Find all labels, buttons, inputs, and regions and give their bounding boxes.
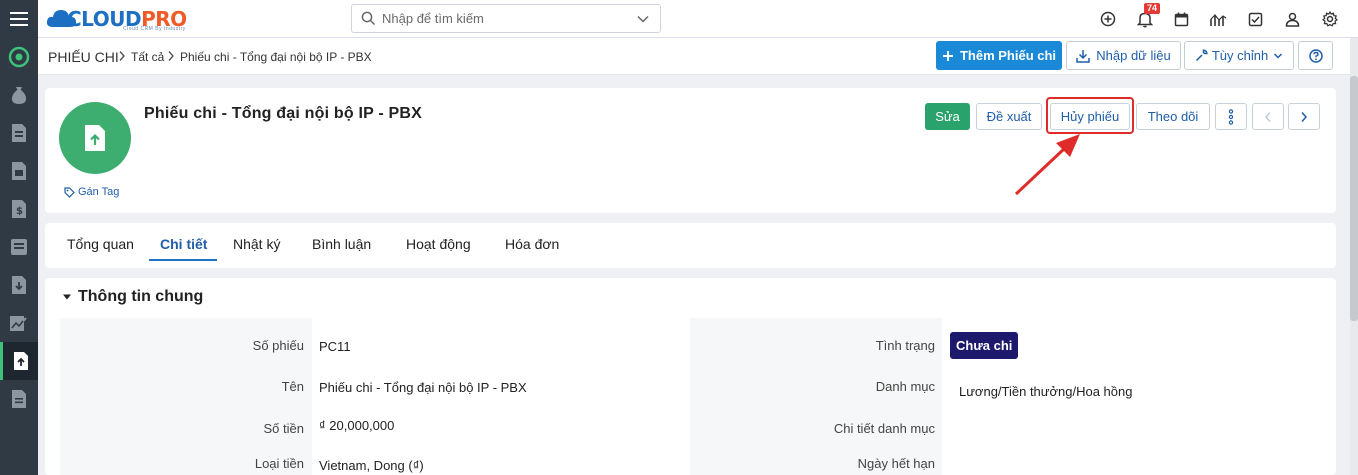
upload-doc-icon[interactable] xyxy=(0,342,38,380)
tab-details[interactable]: Chi tiết xyxy=(160,236,207,252)
home-icon[interactable] xyxy=(0,38,38,76)
help-button[interactable] xyxy=(1298,41,1333,70)
field-label-amount: Số tiền xyxy=(263,421,304,436)
add-expense-label: Thêm Phiếu chi xyxy=(959,48,1057,63)
field-label-currency: Loại tiền xyxy=(254,456,304,471)
bell-icon[interactable]: 74 xyxy=(1126,0,1163,38)
checkbox-icon[interactable] xyxy=(1237,0,1274,38)
follow-button[interactable]: Theo dõi xyxy=(1136,103,1210,130)
gear-icon[interactable] xyxy=(1311,0,1348,38)
tab-comments[interactable]: Bình luận xyxy=(312,236,371,252)
upload-doc-icon xyxy=(85,125,105,151)
breadcrumb-current: Phiếu chi - Tổng đại nội bộ IP - PBX xyxy=(180,50,372,64)
edit-button[interactable]: Sửa xyxy=(925,103,970,130)
section-header-general[interactable]: Thông tin chung xyxy=(62,288,203,306)
add-expense-button[interactable]: Thêm Phiếu chi xyxy=(936,41,1062,70)
field-label-category-detail: Chi tiết danh mục xyxy=(833,421,935,436)
caret-down-icon xyxy=(63,294,71,300)
next-record-button[interactable] xyxy=(1288,103,1320,130)
user-icon[interactable] xyxy=(1274,0,1311,38)
top-bar: CLOUDPRO Cloud CRM By Industry 74 xyxy=(0,0,1358,38)
breadcrumb-bar: PHIẾU CHI Tất cả Phiếu chi - Tổng đại nộ… xyxy=(38,38,1358,75)
tab-overview[interactable]: Tổng quan xyxy=(67,236,134,252)
app-logo[interactable]: CLOUDPRO Cloud CRM By Industry xyxy=(45,5,187,33)
logo-tagline: Cloud CRM By Industry xyxy=(123,26,186,32)
breadcrumb-all[interactable]: Tất cả xyxy=(131,50,164,64)
download-doc-icon[interactable] xyxy=(0,266,38,304)
field-label-name: Tên xyxy=(281,379,304,394)
chevron-right-icon xyxy=(1301,111,1308,122)
chevron-down-icon xyxy=(1274,52,1283,59)
plus-icon xyxy=(942,50,953,61)
tab-invoice[interactable]: Hóa đơn xyxy=(505,236,559,252)
assign-tag-label: Gán Tag xyxy=(78,186,120,198)
search-input[interactable] xyxy=(382,5,622,32)
field-value-category: Lương/Tiền thưởng/Hoa hồng xyxy=(959,384,1133,399)
chart-doc-icon[interactable] xyxy=(0,304,38,342)
vertical-dots-icon xyxy=(1228,108,1234,125)
customize-button[interactable]: Tùy chỉnh xyxy=(1184,41,1294,70)
tab-log[interactable]: Nhật ký xyxy=(233,236,280,252)
svg-text:$: $ xyxy=(16,206,23,217)
assign-tag-link[interactable]: Gán Tag xyxy=(64,186,119,198)
chevron-down-icon[interactable] xyxy=(636,12,650,26)
customize-label: Tùy chỉnh xyxy=(1211,48,1269,63)
more-options-button[interactable] xyxy=(1215,103,1247,130)
document-icon[interactable] xyxy=(0,114,38,152)
notification-badge: 74 xyxy=(1144,3,1161,14)
propose-button[interactable]: Đề xuất xyxy=(976,103,1042,130)
field-value-voucher-no: PC11 xyxy=(319,339,351,354)
breadcrumb-root[interactable]: PHIẾU CHI xyxy=(48,49,119,65)
record-title: Phiếu chi - Tổng đại nội bộ IP - PBX xyxy=(144,105,423,122)
wrench-icon xyxy=(1195,49,1208,62)
calendar-icon[interactable] xyxy=(1163,0,1200,38)
field-label-status: Tình trạng xyxy=(875,338,935,353)
download-icon xyxy=(1076,49,1090,63)
tab-activity[interactable]: Hoạt động xyxy=(406,236,471,252)
top-icon-bar: 74 xyxy=(1089,0,1348,38)
cloud-logo-icon xyxy=(46,10,76,27)
invoice-icon[interactable]: $ xyxy=(0,190,38,228)
file-icon[interactable] xyxy=(0,380,38,418)
help-icon xyxy=(1308,48,1323,63)
chevron-right-icon xyxy=(119,51,125,61)
import-data-label: Nhập dữ liệu xyxy=(1096,48,1171,63)
book-icon[interactable] xyxy=(0,228,38,266)
chart-icon[interactable] xyxy=(1200,0,1237,38)
field-label-category: Danh mục xyxy=(875,379,935,394)
money-bag-icon[interactable] xyxy=(0,76,38,114)
field-value-name: Phiếu chi - Tổng đại nội bộ IP - PBX xyxy=(319,380,527,395)
tag-icon xyxy=(64,186,75,198)
field-label-voucher-no: Số phiếu xyxy=(252,338,304,353)
section-title: Thông tin chung xyxy=(78,288,204,305)
menu-toggle-button[interactable] xyxy=(0,0,38,38)
status-badge: Chưa chi xyxy=(950,332,1019,359)
field-value-amount: ₫ 20,000,000 xyxy=(319,418,395,433)
search-icon xyxy=(361,11,376,26)
page-scrollbar-thumb[interactable] xyxy=(1350,76,1358,321)
chevron-right-icon xyxy=(168,51,174,61)
left-sidebar: $ xyxy=(0,38,38,475)
arrow-annotation-icon xyxy=(1014,134,1080,196)
field-value-currency: Vietnam, Dong (₫) xyxy=(319,458,424,473)
field-label-due-date: Ngày hết hạn xyxy=(857,456,935,471)
hamburger-icon xyxy=(10,12,28,14)
global-search[interactable] xyxy=(351,4,661,33)
active-tab-indicator xyxy=(149,259,217,261)
import-data-button[interactable]: Nhập dữ liệu xyxy=(1066,41,1181,70)
document-icon[interactable] xyxy=(0,152,38,190)
chevron-left-icon xyxy=(1264,111,1271,122)
add-circle-icon[interactable] xyxy=(1089,0,1126,38)
record-avatar xyxy=(59,102,131,174)
previous-record-button[interactable] xyxy=(1252,103,1284,130)
